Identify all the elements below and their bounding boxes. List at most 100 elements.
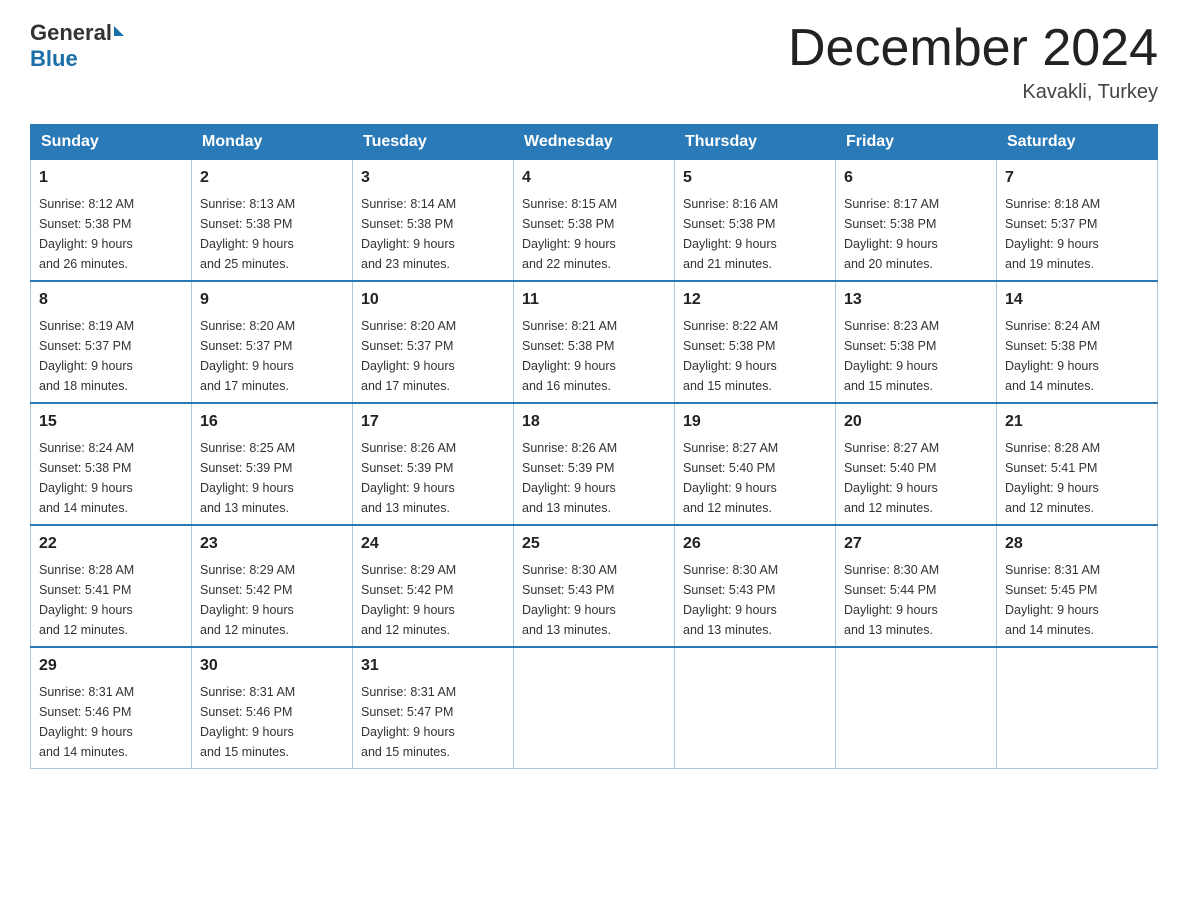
- day-number: 17: [361, 410, 505, 434]
- calendar-day-cell: 19 Sunrise: 8:27 AM Sunset: 5:40 PM Dayl…: [675, 403, 836, 525]
- day-info: Sunrise: 8:22 AM Sunset: 5:38 PM Dayligh…: [683, 316, 827, 396]
- day-number: 23: [200, 532, 344, 556]
- weekday-header-sunday: Sunday: [31, 125, 192, 160]
- calendar-table: SundayMondayTuesdayWednesdayThursdayFrid…: [30, 124, 1158, 769]
- calendar-header: SundayMondayTuesdayWednesdayThursdayFrid…: [31, 125, 1158, 160]
- day-info: Sunrise: 8:14 AM Sunset: 5:38 PM Dayligh…: [361, 194, 505, 274]
- calendar-day-cell: 25 Sunrise: 8:30 AM Sunset: 5:43 PM Dayl…: [514, 525, 675, 647]
- day-info: Sunrise: 8:20 AM Sunset: 5:37 PM Dayligh…: [200, 316, 344, 396]
- calendar-week-row: 29 Sunrise: 8:31 AM Sunset: 5:46 PM Dayl…: [31, 647, 1158, 769]
- calendar-day-cell: 20 Sunrise: 8:27 AM Sunset: 5:40 PM Dayl…: [836, 403, 997, 525]
- day-info: Sunrise: 8:16 AM Sunset: 5:38 PM Dayligh…: [683, 194, 827, 274]
- day-info: Sunrise: 8:31 AM Sunset: 5:46 PM Dayligh…: [39, 682, 183, 762]
- calendar-day-cell: [836, 647, 997, 769]
- day-number: 26: [683, 532, 827, 556]
- calendar-day-cell: 31 Sunrise: 8:31 AM Sunset: 5:47 PM Dayl…: [353, 647, 514, 769]
- calendar-day-cell: 11 Sunrise: 8:21 AM Sunset: 5:38 PM Dayl…: [514, 281, 675, 403]
- day-number: 28: [1005, 532, 1149, 556]
- calendar-day-cell: 22 Sunrise: 8:28 AM Sunset: 5:41 PM Dayl…: [31, 525, 192, 647]
- calendar-day-cell: 16 Sunrise: 8:25 AM Sunset: 5:39 PM Dayl…: [192, 403, 353, 525]
- day-info: Sunrise: 8:17 AM Sunset: 5:38 PM Dayligh…: [844, 194, 988, 274]
- title-section: December 2024 Kavakli, Turkey: [788, 20, 1158, 104]
- calendar-day-cell: [997, 647, 1158, 769]
- logo: General Blue: [30, 20, 126, 72]
- day-info: Sunrise: 8:28 AM Sunset: 5:41 PM Dayligh…: [1005, 438, 1149, 518]
- day-number: 22: [39, 532, 183, 556]
- day-number: 21: [1005, 410, 1149, 434]
- logo-general-text: General: [30, 20, 112, 46]
- calendar-week-row: 8 Sunrise: 8:19 AM Sunset: 5:37 PM Dayli…: [31, 281, 1158, 403]
- day-info: Sunrise: 8:21 AM Sunset: 5:38 PM Dayligh…: [522, 316, 666, 396]
- calendar-day-cell: 28 Sunrise: 8:31 AM Sunset: 5:45 PM Dayl…: [997, 525, 1158, 647]
- calendar-day-cell: 3 Sunrise: 8:14 AM Sunset: 5:38 PM Dayli…: [353, 160, 514, 282]
- calendar-day-cell: 7 Sunrise: 8:18 AM Sunset: 5:37 PM Dayli…: [997, 160, 1158, 282]
- page-header: General Blue December 2024 Kavakli, Turk…: [30, 20, 1158, 104]
- weekday-header-tuesday: Tuesday: [353, 125, 514, 160]
- day-info: Sunrise: 8:31 AM Sunset: 5:45 PM Dayligh…: [1005, 560, 1149, 640]
- day-info: Sunrise: 8:13 AM Sunset: 5:38 PM Dayligh…: [200, 194, 344, 274]
- day-number: 20: [844, 410, 988, 434]
- day-number: 19: [683, 410, 827, 434]
- day-number: 24: [361, 532, 505, 556]
- calendar-body: 1 Sunrise: 8:12 AM Sunset: 5:38 PM Dayli…: [31, 160, 1158, 769]
- day-info: Sunrise: 8:27 AM Sunset: 5:40 PM Dayligh…: [683, 438, 827, 518]
- calendar-day-cell: 10 Sunrise: 8:20 AM Sunset: 5:37 PM Dayl…: [353, 281, 514, 403]
- calendar-day-cell: 1 Sunrise: 8:12 AM Sunset: 5:38 PM Dayli…: [31, 160, 192, 282]
- day-info: Sunrise: 8:24 AM Sunset: 5:38 PM Dayligh…: [39, 438, 183, 518]
- calendar-day-cell: 24 Sunrise: 8:29 AM Sunset: 5:42 PM Dayl…: [353, 525, 514, 647]
- calendar-week-row: 1 Sunrise: 8:12 AM Sunset: 5:38 PM Dayli…: [31, 160, 1158, 282]
- day-number: 6: [844, 166, 988, 190]
- calendar-week-row: 22 Sunrise: 8:28 AM Sunset: 5:41 PM Dayl…: [31, 525, 1158, 647]
- calendar-day-cell: 23 Sunrise: 8:29 AM Sunset: 5:42 PM Dayl…: [192, 525, 353, 647]
- day-number: 25: [522, 532, 666, 556]
- calendar-week-row: 15 Sunrise: 8:24 AM Sunset: 5:38 PM Dayl…: [31, 403, 1158, 525]
- calendar-day-cell: 4 Sunrise: 8:15 AM Sunset: 5:38 PM Dayli…: [514, 160, 675, 282]
- day-info: Sunrise: 8:26 AM Sunset: 5:39 PM Dayligh…: [522, 438, 666, 518]
- calendar-day-cell: 6 Sunrise: 8:17 AM Sunset: 5:38 PM Dayli…: [836, 160, 997, 282]
- calendar-day-cell: 2 Sunrise: 8:13 AM Sunset: 5:38 PM Dayli…: [192, 160, 353, 282]
- calendar-day-cell: [514, 647, 675, 769]
- calendar-day-cell: 5 Sunrise: 8:16 AM Sunset: 5:38 PM Dayli…: [675, 160, 836, 282]
- logo-arrow-icon: [114, 26, 124, 36]
- day-number: 14: [1005, 288, 1149, 312]
- day-info: Sunrise: 8:12 AM Sunset: 5:38 PM Dayligh…: [39, 194, 183, 274]
- day-info: Sunrise: 8:28 AM Sunset: 5:41 PM Dayligh…: [39, 560, 183, 640]
- location-label: Kavakli, Turkey: [788, 81, 1158, 104]
- day-number: 18: [522, 410, 666, 434]
- day-info: Sunrise: 8:24 AM Sunset: 5:38 PM Dayligh…: [1005, 316, 1149, 396]
- day-number: 12: [683, 288, 827, 312]
- calendar-day-cell: 15 Sunrise: 8:24 AM Sunset: 5:38 PM Dayl…: [31, 403, 192, 525]
- calendar-day-cell: [675, 647, 836, 769]
- weekday-header-saturday: Saturday: [997, 125, 1158, 160]
- day-number: 10: [361, 288, 505, 312]
- weekday-header-row: SundayMondayTuesdayWednesdayThursdayFrid…: [31, 125, 1158, 160]
- day-info: Sunrise: 8:27 AM Sunset: 5:40 PM Dayligh…: [844, 438, 988, 518]
- day-number: 5: [683, 166, 827, 190]
- day-number: 30: [200, 654, 344, 678]
- day-number: 31: [361, 654, 505, 678]
- day-info: Sunrise: 8:30 AM Sunset: 5:44 PM Dayligh…: [844, 560, 988, 640]
- logo-blue-text: Blue: [30, 46, 78, 72]
- calendar-day-cell: 26 Sunrise: 8:30 AM Sunset: 5:43 PM Dayl…: [675, 525, 836, 647]
- day-number: 7: [1005, 166, 1149, 190]
- day-info: Sunrise: 8:31 AM Sunset: 5:47 PM Dayligh…: [361, 682, 505, 762]
- calendar-day-cell: 27 Sunrise: 8:30 AM Sunset: 5:44 PM Dayl…: [836, 525, 997, 647]
- calendar-day-cell: 12 Sunrise: 8:22 AM Sunset: 5:38 PM Dayl…: [675, 281, 836, 403]
- calendar-day-cell: 14 Sunrise: 8:24 AM Sunset: 5:38 PM Dayl…: [997, 281, 1158, 403]
- calendar-day-cell: 30 Sunrise: 8:31 AM Sunset: 5:46 PM Dayl…: [192, 647, 353, 769]
- day-number: 8: [39, 288, 183, 312]
- day-number: 4: [522, 166, 666, 190]
- day-info: Sunrise: 8:25 AM Sunset: 5:39 PM Dayligh…: [200, 438, 344, 518]
- calendar-day-cell: 17 Sunrise: 8:26 AM Sunset: 5:39 PM Dayl…: [353, 403, 514, 525]
- weekday-header-thursday: Thursday: [675, 125, 836, 160]
- day-info: Sunrise: 8:26 AM Sunset: 5:39 PM Dayligh…: [361, 438, 505, 518]
- day-info: Sunrise: 8:15 AM Sunset: 5:38 PM Dayligh…: [522, 194, 666, 274]
- day-number: 3: [361, 166, 505, 190]
- day-number: 2: [200, 166, 344, 190]
- day-number: 11: [522, 288, 666, 312]
- day-info: Sunrise: 8:29 AM Sunset: 5:42 PM Dayligh…: [200, 560, 344, 640]
- day-info: Sunrise: 8:30 AM Sunset: 5:43 PM Dayligh…: [522, 560, 666, 640]
- weekday-header-friday: Friday: [836, 125, 997, 160]
- day-number: 16: [200, 410, 344, 434]
- calendar-day-cell: 21 Sunrise: 8:28 AM Sunset: 5:41 PM Dayl…: [997, 403, 1158, 525]
